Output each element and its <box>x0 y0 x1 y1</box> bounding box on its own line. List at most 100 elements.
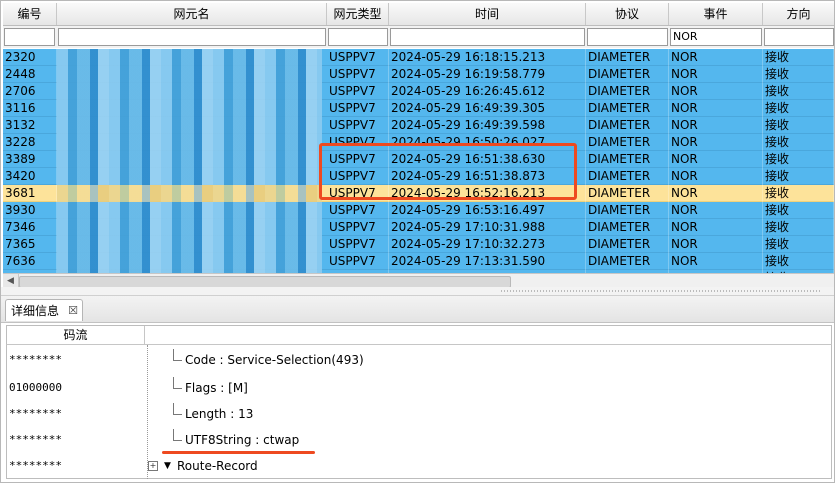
detail-line[interactable]: ******** Code : Service-Selection(493) <box>7 349 833 369</box>
redacted-ne-name <box>57 117 322 134</box>
col-header-protocol[interactable]: 协议 <box>586 3 669 25</box>
cell-ne-type: USPPV7 <box>327 117 389 134</box>
redacted-ne-name <box>57 151 322 168</box>
cell-id: 2448 <box>3 66 57 83</box>
col-header-id[interactable]: 编号 <box>3 3 57 25</box>
filter-direction-input[interactable] <box>764 28 834 46</box>
col-header-time[interactable]: 时间 <box>389 3 586 25</box>
cell-event: NOR <box>669 236 763 253</box>
filter-time-input[interactable] <box>390 28 585 46</box>
pane-splitter[interactable] <box>1 287 834 296</box>
cell-direction: 接收 <box>763 83 834 100</box>
cell-direction: 接收 <box>763 49 834 66</box>
col-header-bytestream[interactable]: 码流 <box>7 326 145 344</box>
cell-direction: 接收 <box>763 219 834 236</box>
cell-protocol: DIAMETER <box>586 151 669 168</box>
cell-id: 3389 <box>3 151 57 168</box>
table-row[interactable]: 3116 USPPV7 2024-05-29 16:49:39.305 DIAMETE… <box>3 100 834 117</box>
tree-connector <box>173 377 182 389</box>
tab-detail-info[interactable]: 详细信息 ☒ <box>5 299 83 321</box>
tree-node-label: Code : Service-Selection(493) <box>185 353 364 367</box>
expand-icon[interactable]: + <box>148 461 158 471</box>
table-row[interactable]: 3930 USPPV7 2024-05-29 16:53:16.497 DIAMETE… <box>3 202 834 219</box>
detail-line[interactable]: ******** UTF8String : ctwap <box>7 429 833 449</box>
cell-id: 7346 <box>3 219 57 236</box>
bytestream-value: ******** <box>9 433 62 446</box>
table-row[interactable]: 2706 USPPV7 2024-05-29 16:26:45.612 DIAMETE… <box>3 83 834 100</box>
cell-protocol: DIAMETER <box>586 134 669 151</box>
cell-id: 3132 <box>3 117 57 134</box>
redacted-ne-name <box>57 236 322 253</box>
table-row[interactable]: 7365 USPPV7 2024-05-29 17:10:32.273 DIAMETE… <box>3 236 834 253</box>
cell-event: NOR <box>669 202 763 219</box>
cell-id: 3420 <box>3 168 57 185</box>
col-header-event[interactable]: 事件 <box>669 3 763 25</box>
tab-detail-info-label: 详细信息 <box>11 304 60 318</box>
redacted-ne-name <box>57 134 322 151</box>
table-row[interactable]: 2320 USPPV7 2024-05-29 16:18:15.213 DIAMETE… <box>3 49 834 66</box>
cell-time: 2024-05-29 17:10:32.273 <box>389 236 586 253</box>
app-window: 编号 网元名 网元类型 时间 协议 事件 方向 NOR 2320 USPPV7 20… <box>0 0 835 483</box>
tree-node-label: UTF8String : ctwap <box>185 433 300 447</box>
cell-event: NOR <box>669 83 763 100</box>
filter-event-input[interactable]: NOR <box>670 28 762 46</box>
cell-protocol: DIAMETER <box>586 185 669 202</box>
table-row[interactable]: 2448 USPPV7 2024-05-29 16:19:58.779 DIAMETE… <box>3 66 834 83</box>
scrollbar-thumb[interactable] <box>19 276 511 287</box>
cell-direction: 接收 <box>763 117 834 134</box>
cell-protocol: DIAMETER <box>586 66 669 83</box>
cell-event: NOR <box>669 134 763 151</box>
redacted-ne-name <box>57 100 322 117</box>
detail-line[interactable]: ******** + ▼ Route-Record <box>7 457 833 475</box>
cell-event: NOR <box>669 151 763 168</box>
tree-connector <box>173 429 182 441</box>
col-header-direction[interactable]: 方向 <box>763 3 834 25</box>
cell-protocol: DIAMETER <box>586 117 669 134</box>
detail-tabbar: 详细信息 ☒ <box>1 296 834 323</box>
bytestream-value: ******** <box>9 353 62 366</box>
redacted-ne-name <box>57 49 322 66</box>
cell-time: 2024-05-29 16:49:39.598 <box>389 117 586 134</box>
cell-id: 3228 <box>3 134 57 151</box>
bytestream-value: ******** <box>9 407 62 420</box>
cell-direction: 接收 <box>763 236 834 253</box>
detail-line[interactable]: ******** Length : 13 <box>7 403 833 423</box>
col-header-ne-name[interactable]: 网元名 <box>57 3 327 25</box>
redacted-ne-name <box>57 185 322 202</box>
cell-ne-type: USPPV7 <box>327 236 389 253</box>
cell-direction: 接收 <box>763 66 834 83</box>
filter-ne-name-input[interactable] <box>58 28 326 46</box>
cell-id: 2706 <box>3 83 57 100</box>
close-tab-icon[interactable]: ☒ <box>68 300 78 322</box>
filter-id-input[interactable] <box>4 28 55 46</box>
filter-protocol-input[interactable] <box>587 28 668 46</box>
horizontal-scrollbar[interactable]: ◀ <box>3 273 834 287</box>
cell-direction: 接收 <box>763 134 834 151</box>
table-row[interactable]: 3132 USPPV7 2024-05-29 16:49:39.598 DIAMETE… <box>3 117 834 134</box>
cell-protocol: DIAMETER <box>586 253 669 270</box>
table-row[interactable]: 7346 USPPV7 2024-05-29 17:10:31.988 DIAMETE… <box>3 219 834 236</box>
splitter-grip <box>501 290 821 292</box>
table-row[interactable]: 7636 USPPV7 2024-05-29 17:13:31.590 DIAMETE… <box>3 253 834 270</box>
cell-event: NOR <box>669 100 763 117</box>
cell-direction: 接收 <box>763 168 834 185</box>
cell-direction: 接收 <box>763 253 834 270</box>
redacted-ne-name <box>57 66 322 83</box>
detail-line[interactable]: 01000000 Flags : [M] <box>7 377 833 397</box>
col-header-ne-type[interactable]: 网元类型 <box>327 3 389 25</box>
cell-direction: 接收 <box>763 151 834 168</box>
cell-id: 2320 <box>3 49 57 66</box>
cell-event: NOR <box>669 49 763 66</box>
filter-row: NOR <box>3 26 834 48</box>
cell-protocol: DIAMETER <box>586 219 669 236</box>
cell-ne-type: USPPV7 <box>327 100 389 117</box>
cell-id: 7365 <box>3 236 57 253</box>
filter-ne-type-input[interactable] <box>328 28 388 46</box>
cell-ne-type: USPPV7 <box>327 219 389 236</box>
cell-protocol: DIAMETER <box>586 168 669 185</box>
highlight-box <box>319 143 577 200</box>
scroll-left-icon[interactable]: ◀ <box>3 274 19 287</box>
cell-time: 2024-05-29 17:10:31.988 <box>389 219 586 236</box>
cell-event: NOR <box>669 117 763 134</box>
table-header: 编号 网元名 网元类型 时间 协议 事件 方向 <box>3 3 834 26</box>
